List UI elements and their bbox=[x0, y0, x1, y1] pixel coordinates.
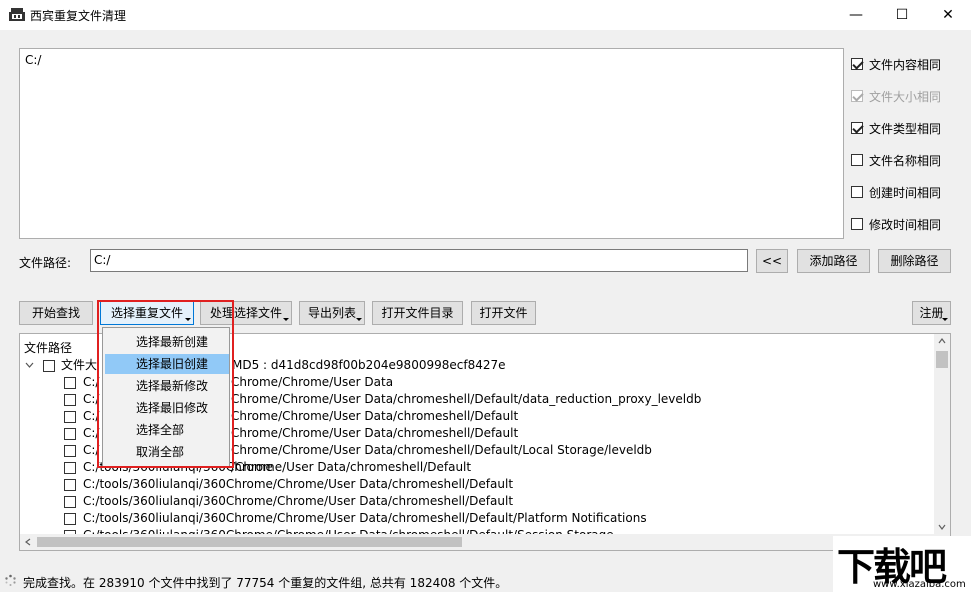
horizontal-scroll-thumb[interactable] bbox=[37, 537, 462, 547]
tree-row[interactable]: C:/tools/360liulanqi/360Chrome/Chrome/Us… bbox=[20, 476, 920, 493]
row-checkbox[interactable] bbox=[64, 394, 76, 406]
add-path-button[interactable]: 添加路径 bbox=[797, 249, 870, 273]
maximize-button[interactable]: ☐ bbox=[879, 0, 925, 30]
group-checkbox[interactable] bbox=[43, 360, 55, 372]
tree-row[interactable]: C:/tools/360liulanqi/360Chrome/Chrome/Us… bbox=[20, 493, 920, 510]
horizontal-scrollbar[interactable] bbox=[20, 534, 934, 550]
scroll-left-icon[interactable] bbox=[25, 538, 31, 546]
tree-column-header: 文件路径 bbox=[24, 341, 73, 355]
name-same-checkbox[interactable] bbox=[851, 154, 863, 166]
remove-path-button[interactable]: 删除路径 bbox=[878, 249, 951, 273]
chevron-down-icon[interactable] bbox=[25, 362, 34, 369]
highlight-frame bbox=[97, 300, 234, 468]
app-logo-icon bbox=[9, 8, 25, 21]
path-list-item[interactable]: C:/ bbox=[25, 53, 41, 67]
row-checkbox[interactable] bbox=[64, 496, 76, 508]
title-bar: 西宾重复文件清理 — ☐ ✕ bbox=[0, 0, 971, 30]
busy-spinner-icon bbox=[5, 574, 16, 586]
search-paths-list[interactable]: C:/ bbox=[19, 48, 844, 239]
close-button[interactable]: ✕ bbox=[925, 0, 971, 30]
path-label: 文件路径: bbox=[19, 256, 72, 270]
open-file-button[interactable]: 打开文件 bbox=[471, 301, 536, 325]
watermark-logo: 下载吧 www.xiazaiba.com bbox=[833, 536, 971, 592]
row-checkbox[interactable] bbox=[64, 462, 76, 474]
row-checkbox[interactable] bbox=[64, 479, 76, 491]
export-list-button[interactable]: 导出列表 bbox=[299, 301, 365, 325]
open-directory-button[interactable]: 打开文件目录 bbox=[372, 301, 463, 325]
row-checkbox[interactable] bbox=[64, 411, 76, 423]
size-same-checkbox bbox=[851, 90, 863, 102]
scroll-up-icon[interactable] bbox=[938, 338, 946, 344]
row-checkbox[interactable] bbox=[64, 445, 76, 457]
content-same-checkbox[interactable] bbox=[851, 58, 863, 70]
row-checkbox[interactable] bbox=[64, 513, 76, 525]
type-same-checkbox[interactable] bbox=[851, 122, 863, 134]
scroll-down-icon[interactable] bbox=[938, 524, 946, 530]
mtime-same-checkbox[interactable] bbox=[851, 218, 863, 230]
register-button[interactable]: 注册 bbox=[912, 301, 951, 325]
row-checkbox[interactable] bbox=[64, 377, 76, 389]
row-checkbox[interactable] bbox=[64, 428, 76, 440]
start-search-button[interactable]: 开始查找 bbox=[19, 301, 93, 325]
status-text: 完成查找。在 283910 个文件中找到了 77754 个重复的文件组, 总共有… bbox=[23, 576, 508, 590]
tree-row[interactable]: C:/tools/360liulanqi/360Chrome/Chrome/Us… bbox=[20, 510, 920, 527]
window-title: 西宾重复文件清理 bbox=[30, 9, 127, 23]
vertical-scroll-thumb[interactable] bbox=[936, 351, 948, 368]
path-input[interactable]: C:/ bbox=[90, 249, 748, 272]
ctime-same-checkbox[interactable] bbox=[851, 186, 863, 198]
minimize-button[interactable]: — bbox=[833, 0, 879, 30]
vertical-scrollbar[interactable] bbox=[934, 334, 950, 534]
back-button[interactable]: << bbox=[756, 249, 788, 273]
